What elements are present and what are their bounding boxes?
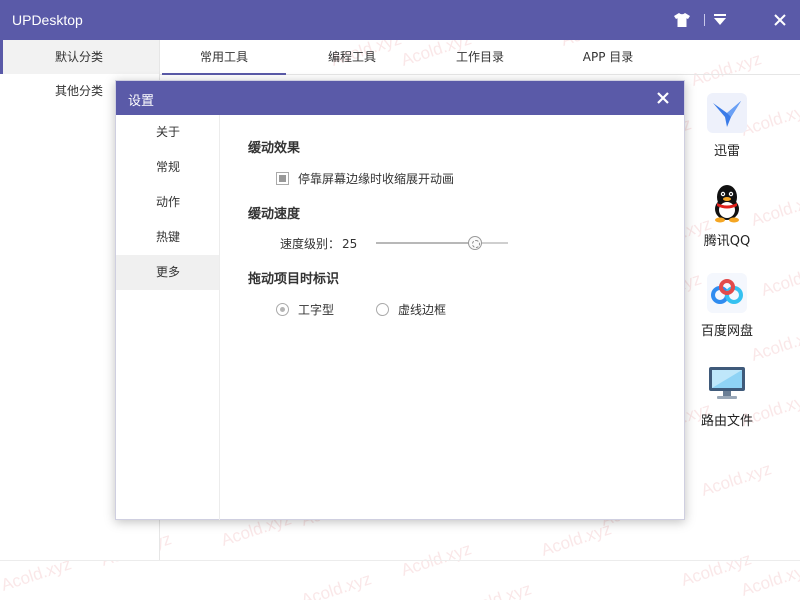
watermark-text: Acold.xyz bbox=[458, 579, 534, 600]
speed-level-row: 速度级别： 25 bbox=[280, 235, 357, 252]
app-tile-thunder[interactable]: 迅雷 bbox=[696, 92, 758, 159]
sidebar-item-default[interactable]: 默认分类 bbox=[0, 40, 159, 74]
slider-fill bbox=[376, 242, 475, 244]
checkbox-label: 停靠屏幕边缘时收缩展开动画 bbox=[298, 172, 455, 186]
settings-nav-more[interactable]: 更多 bbox=[116, 255, 219, 290]
app-label: 迅雷 bbox=[713, 144, 740, 159]
monitor-icon bbox=[706, 362, 748, 404]
dialog-title: 设置 bbox=[128, 94, 155, 109]
bottom-divider bbox=[0, 560, 800, 561]
app-title: UPDesktop bbox=[12, 12, 83, 28]
settings-content: 缓动效果 停靠屏幕边缘时收缩展开动画 缓动速度 速度级别： 25 拖动项目时标识… bbox=[220, 115, 684, 520]
skin-shirt-icon[interactable] bbox=[672, 10, 692, 30]
easing-animation-checkbox[interactable] bbox=[276, 172, 289, 185]
thunder-bird-icon bbox=[706, 92, 748, 134]
tab-programming-tools[interactable]: 编程工具 bbox=[288, 40, 416, 74]
watermark-text: Acold.xyz bbox=[738, 559, 800, 600]
section-title-drag-marker: 拖动项目时标识 bbox=[248, 272, 340, 287]
checkbox-checkmark bbox=[279, 175, 286, 182]
tab-work-directory[interactable]: 工作目录 bbox=[416, 40, 544, 74]
tab-app-directory[interactable]: APP 目录 bbox=[544, 40, 672, 74]
watermark-text: Acold.xyz bbox=[538, 519, 614, 560]
qq-penguin-icon bbox=[706, 182, 748, 224]
settings-dialog: 设置 关于 常规 动作 热键 更多 缓动效果 停靠屏幕边缘时收缩展开动画 缓动速… bbox=[115, 80, 685, 520]
drag-marker-option-ibeam[interactable]: 工字型 bbox=[276, 301, 334, 318]
window-close-icon[interactable] bbox=[770, 10, 790, 30]
settings-nav: 关于 常规 动作 热键 更多 bbox=[116, 115, 220, 520]
baidu-cloud-icon bbox=[706, 272, 748, 314]
radio-button[interactable] bbox=[376, 303, 389, 316]
app-tile-route-file[interactable]: 路由文件 bbox=[696, 362, 758, 429]
section-title-easing-effect: 缓动效果 bbox=[248, 141, 301, 156]
radio-label: 工字型 bbox=[298, 303, 335, 317]
slider-handle[interactable] bbox=[468, 236, 482, 250]
speed-level-label: 速度级别： bbox=[280, 237, 341, 251]
watermark-text: Acold.xyz bbox=[758, 259, 800, 300]
app-tile-qq[interactable]: 腾讯QQ bbox=[696, 182, 758, 249]
app-label: 路由文件 bbox=[700, 414, 753, 429]
sidebar-item-label: 其他分类 bbox=[55, 84, 104, 98]
title-bar: UPDesktop bbox=[0, 0, 800, 40]
settings-nav-actions[interactable]: 动作 bbox=[116, 185, 219, 220]
sidebar-item-label: 默认分类 bbox=[55, 50, 104, 64]
easing-animation-option: 停靠屏幕边缘时收缩展开动画 bbox=[276, 170, 454, 187]
watermark-text: Acold.xyz bbox=[298, 569, 374, 600]
app-tile-baidu-netdisk[interactable]: 百度网盘 bbox=[696, 272, 758, 339]
watermark-text: Acold.xyz bbox=[698, 459, 774, 500]
dialog-header: 设置 bbox=[116, 81, 684, 115]
app-label: 腾讯QQ bbox=[703, 234, 751, 249]
settings-nav-hotkeys[interactable]: 热键 bbox=[116, 220, 219, 255]
dialog-close-icon[interactable] bbox=[652, 87, 674, 109]
drag-marker-option-dashed-border[interactable]: 虚线边框 bbox=[376, 301, 446, 318]
speed-slider[interactable] bbox=[376, 236, 508, 250]
menu-dropdown-icon[interactable] bbox=[710, 10, 730, 30]
settings-nav-about[interactable]: 关于 bbox=[116, 115, 219, 150]
radio-label: 虚线边框 bbox=[398, 303, 447, 317]
tab-common-tools[interactable]: 常用工具 bbox=[160, 40, 288, 75]
speed-level-value: 25 bbox=[342, 236, 358, 251]
titlebar-divider bbox=[704, 14, 705, 26]
section-title-easing-speed: 缓动速度 bbox=[248, 207, 301, 222]
watermark-text: Acold.xyz bbox=[678, 549, 754, 590]
app-label: 百度网盘 bbox=[700, 324, 753, 339]
radio-button[interactable] bbox=[276, 303, 289, 316]
tab-bar: 常用工具 编程工具 工作目录 APP 目录 bbox=[160, 40, 800, 75]
settings-nav-general[interactable]: 常规 bbox=[116, 150, 219, 185]
